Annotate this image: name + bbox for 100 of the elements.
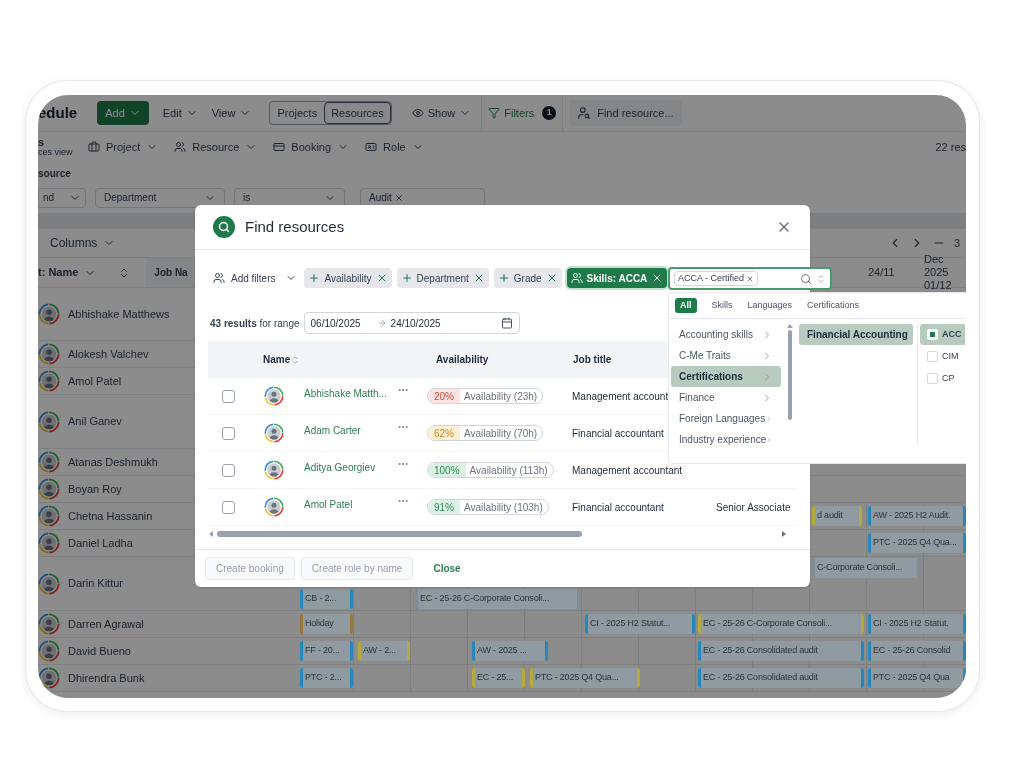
picker-tab[interactable]: Certifications: [807, 298, 860, 313]
filter-count-badge: 1: [542, 106, 557, 120]
booking-bar[interactable]: EC - 25-26 Consolid: [868, 641, 966, 661]
booking-bar[interactable]: EC - 25-26 Consolidated audit: [698, 668, 864, 688]
filter-chip[interactable]: Department: [396, 268, 489, 288]
resource-name: Amol Patel: [68, 373, 122, 389]
menu-button[interactable]: Edit: [162, 104, 198, 122]
results-count: 22 res: [935, 139, 966, 155]
booking-bar[interactable]: PTC - 2025 Q4 Qua...: [868, 533, 966, 553]
booking-bar[interactable]: PTC - 2...: [300, 668, 353, 688]
sort-menu[interactable]: t: Name: [38, 264, 97, 281]
picker-tab[interactable]: All: [675, 297, 697, 314]
availability-percent: 62%: [428, 426, 460, 440]
option-label: CP: [942, 371, 955, 385]
availability-percent: 100%: [428, 463, 466, 477]
view-subtitle: ces view: [38, 147, 74, 157]
columns-button[interactable]: Columns: [50, 234, 116, 252]
resource-name: Anil Ganev: [68, 414, 122, 430]
booking-bar[interactable]: EC - 25-26 C-Corporate Consoli...: [415, 589, 580, 609]
booking-bar[interactable]: Holiday: [300, 614, 353, 634]
resource-name-link[interactable]: Amol Patel: [304, 489, 396, 512]
skill-tag: ACCA - Certified: [674, 270, 759, 287]
availability-hours: Availability (70h): [463, 426, 538, 440]
start-date: 06/10/2025: [310, 316, 361, 331]
availability-hours: Availability (103h): [463, 500, 543, 514]
value-tag: Audit: [369, 190, 404, 205]
find-resource-button[interactable]: Find resource...: [569, 100, 682, 126]
resource-name: Darin Kittur: [68, 576, 124, 592]
booking-bar[interactable]: AW - 2025 ...: [472, 641, 548, 661]
resource-name-link[interactable]: Abhishake Matth...: [304, 378, 396, 401]
category-item[interactable]: Finance: [671, 387, 781, 408]
booking-bar[interactable]: EC - 25-26 Consolidated audit: [698, 641, 864, 661]
booking-bar[interactable]: CI - 2025 H2 Statut...: [585, 614, 695, 634]
availability-percent: 91%: [428, 500, 460, 514]
option-label: ACC: [942, 327, 962, 341]
job-title: Management accountant: [572, 464, 683, 476]
date-range-field[interactable]: 06/10/2025 24/10/2025: [303, 312, 520, 334]
booking-bar[interactable]: AW - 2...: [358, 641, 410, 661]
filter-chip[interactable]: Grade: [493, 268, 562, 288]
dialog-title: Find resources: [245, 216, 345, 237]
category-item[interactable]: C-Me Traits: [671, 345, 781, 366]
booking-bar[interactable]: d audit: [812, 506, 862, 526]
column-header: Job title: [573, 353, 612, 367]
booking-bar[interactable]: EC - 25...: [472, 668, 525, 688]
booking-bar[interactable]: PTC - 2025 Q4 Qua...: [530, 668, 640, 688]
operator-select[interactable]: nd: [38, 187, 86, 208]
group-menu[interactable]: Booking: [273, 138, 350, 156]
category-item[interactable]: Accounting skills: [671, 324, 781, 345]
filter-chip[interactable]: Skills: ACCA: [566, 268, 668, 288]
view-name: s: [38, 137, 46, 147]
show-menu[interactable]: Show: [411, 104, 472, 122]
zoom-level: 3: [953, 235, 960, 251]
subcategory-item[interactable]: Financial Accounting: [799, 324, 913, 345]
skill-search-field[interactable]: ACCA - Certified: [668, 267, 832, 290]
group-menu[interactable]: Project: [88, 138, 159, 156]
menu-button[interactable]: View: [211, 104, 252, 122]
resource-name: Boyan Roy: [68, 481, 122, 497]
availability-hours: Availability (23h): [463, 389, 538, 403]
category-item[interactable]: Foreign Languages: [671, 408, 781, 429]
end-date: 24/10/2025: [390, 316, 441, 331]
add-button[interactable]: Add: [97, 101, 149, 125]
picker-tab[interactable]: Languages: [747, 298, 793, 313]
category-item[interactable]: Industry experience: [671, 429, 781, 450]
view-toggle-option[interactable]: Projects: [270, 101, 325, 125]
resource-name: David Bueno: [68, 643, 131, 659]
booking-bar[interactable]: C-Corporate Consoli...: [812, 558, 920, 578]
column-header: Job Na: [154, 266, 188, 280]
booking-bar[interactable]: PTC - 2025 Q4 Qua: [868, 668, 966, 688]
booking-bar[interactable]: CB - 2...: [300, 589, 353, 609]
resource-name: Darren Agrawal: [68, 616, 144, 632]
column-header: Availability: [435, 353, 490, 367]
group-menu[interactable]: Resource: [174, 138, 258, 156]
add-filters-button[interactable]: Add filters: [213, 270, 298, 286]
booking-bar[interactable]: AW - 2025 H2 Audit.: [868, 506, 966, 526]
view-toggle-option[interactable]: Resources: [324, 101, 391, 125]
filter-chip[interactable]: Availability: [304, 268, 392, 288]
date-label: 01/12: [924, 279, 953, 292]
resource-name: Atanas Deshmukh: [68, 454, 158, 470]
resource-name: Chetna Hassanin: [68, 508, 153, 524]
resource-name-link[interactable]: Aditya Georgiev: [304, 452, 396, 475]
picker-tab[interactable]: Skills: [711, 298, 733, 313]
booking-bar[interactable]: EC - 25-26 C-Corporate Consoli...: [698, 614, 864, 634]
grade: Senior Associate: [716, 500, 791, 515]
job-title: Management account: [572, 390, 669, 402]
availability-hours: Availability (113h): [468, 463, 548, 477]
resource-name-link[interactable]: Adam Carter: [304, 415, 396, 438]
availability-percent: 20%: [428, 389, 460, 403]
resource-name: Dhirendra Bunk: [68, 670, 145, 686]
filters-button[interactable]: Filters: [488, 104, 535, 122]
column-header[interactable]: Name: [263, 352, 291, 367]
close-link[interactable]: Close: [433, 561, 461, 576]
resource-name: Alokesh Valchev: [68, 346, 149, 362]
job-title: Financial accountant: [572, 501, 664, 513]
booking-bar[interactable]: CI - 2025 H2 Statut.: [868, 614, 966, 634]
category-item[interactable]: Certifications: [671, 366, 781, 387]
group-menu[interactable]: Role: [365, 138, 424, 156]
booking-bar[interactable]: FF - 20...: [300, 641, 353, 661]
section-label: source: [38, 166, 71, 181]
resource-name: Abhishake Matthews: [68, 306, 170, 322]
job-title: Financial accountant: [572, 427, 664, 439]
